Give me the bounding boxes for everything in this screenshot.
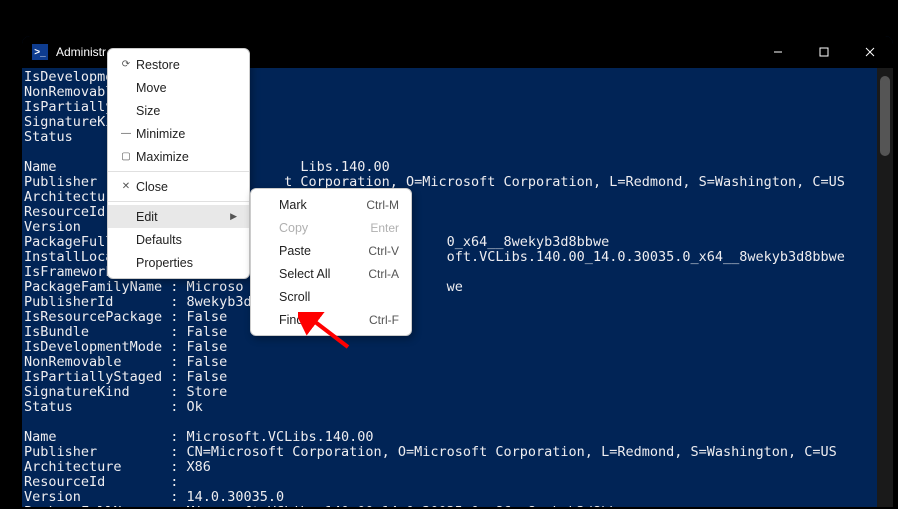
menu-item-label: Move — [136, 81, 237, 95]
menu-item-label: Paste — [279, 244, 368, 258]
menu-item-shortcut: Ctrl-V — [368, 244, 399, 258]
menu-item-icon: ▢ — [116, 151, 136, 162]
menu-item-shortcut: Enter — [370, 221, 399, 235]
menu-item-icon: ✕ — [116, 181, 136, 192]
win-menu-item-size[interactable]: Size — [108, 99, 249, 122]
minimize-button[interactable] — [755, 36, 801, 68]
menu-item-label: Size — [136, 104, 237, 118]
win-menu-item-edit[interactable]: Edit▶ — [108, 205, 249, 228]
edit-menu-item-find-[interactable]: Find...Ctrl-F — [251, 308, 411, 331]
menu-item-label: Copy — [279, 221, 370, 235]
win-menu-item-properties[interactable]: Properties — [108, 251, 249, 274]
scrollbar-thumb[interactable] — [880, 76, 890, 156]
maximize-button[interactable] — [801, 36, 847, 68]
menu-separator — [108, 171, 249, 172]
window-title: Administr — [56, 45, 106, 59]
chevron-right-icon: ▶ — [230, 211, 237, 222]
menu-item-label: Find... — [279, 313, 369, 327]
menu-item-icon: — — [116, 128, 136, 139]
menu-item-label: Edit — [136, 210, 230, 224]
edit-menu-item-select-all[interactable]: Select AllCtrl-A — [251, 262, 411, 285]
win-menu-item-restore[interactable]: ⟳Restore — [108, 53, 249, 76]
edit-menu-item-mark[interactable]: MarkCtrl-M — [251, 193, 411, 216]
win-menu-item-close[interactable]: ✕Close — [108, 175, 249, 198]
window-controls — [755, 36, 893, 68]
menu-item-label: Mark — [279, 198, 366, 212]
menu-item-label: Restore — [136, 58, 237, 72]
menu-item-label: Properties — [136, 256, 237, 270]
menu-item-label: Defaults — [136, 233, 237, 247]
menu-item-label: Select All — [279, 267, 368, 281]
win-menu-item-minimize[interactable]: —Minimize — [108, 122, 249, 145]
menu-item-shortcut: Ctrl-A — [368, 267, 399, 281]
menu-separator — [108, 201, 249, 202]
scrollbar[interactable] — [877, 68, 893, 507]
edit-menu-item-paste[interactable]: PasteCtrl-V — [251, 239, 411, 262]
win-menu-item-defaults[interactable]: Defaults — [108, 228, 249, 251]
menu-item-label: Scroll — [279, 290, 399, 304]
menu-item-label: Close — [136, 180, 237, 194]
close-button[interactable] — [847, 36, 893, 68]
edit-menu-item-copy: CopyEnter — [251, 216, 411, 239]
menu-item-icon: ⟳ — [116, 59, 136, 70]
window-context-menu: ⟳RestoreMoveSize—Minimize▢Maximize✕Close… — [107, 48, 250, 279]
win-menu-item-move[interactable]: Move — [108, 76, 249, 99]
menu-item-shortcut: Ctrl-F — [369, 313, 399, 327]
menu-item-shortcut: Ctrl-M — [366, 198, 399, 212]
edit-menu-item-scroll[interactable]: Scroll — [251, 285, 411, 308]
menu-item-label: Minimize — [136, 127, 237, 141]
powershell-icon: >_ — [32, 44, 48, 60]
edit-submenu: MarkCtrl-MCopyEnterPasteCtrl-VSelect All… — [250, 188, 412, 336]
win-menu-item-maximize[interactable]: ▢Maximize — [108, 145, 249, 168]
menu-item-label: Maximize — [136, 150, 237, 164]
